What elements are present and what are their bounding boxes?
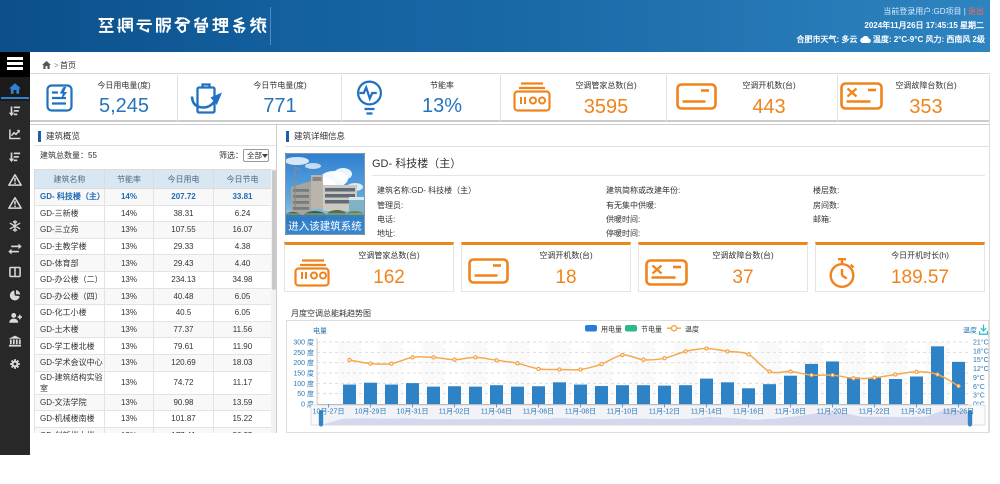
svg-text:11月-04日: 11月-04日 — [481, 408, 512, 416]
svg-text:温度: 温度 — [685, 325, 699, 334]
svg-text:11月-06日: 11月-06日 — [523, 408, 554, 416]
svg-text:200 度: 200 度 — [293, 358, 314, 367]
svg-text:11月-10日: 11月-10日 — [607, 408, 638, 416]
svg-text:电量: 电量 — [313, 326, 327, 335]
svg-text:11月-14日: 11月-14日 — [691, 408, 722, 416]
svg-text:18°C: 18°C — [973, 347, 989, 355]
svg-text:150 度: 150 度 — [293, 369, 314, 378]
svg-text:9°C: 9°C — [973, 374, 985, 382]
svg-text:50 度: 50 度 — [297, 389, 314, 398]
svg-text:月度空调总能耗趋势图: 月度空调总能耗趋势图 — [291, 308, 371, 318]
svg-text:11月-20日: 11月-20日 — [817, 408, 848, 416]
svg-text:11月-26日: 11月-26日 — [943, 408, 974, 416]
svg-text:11月-08日: 11月-08日 — [565, 408, 596, 416]
svg-text:10月-31日: 10月-31日 — [397, 408, 429, 416]
svg-text:100 度: 100 度 — [293, 379, 314, 388]
svg-text:11月-18日: 11月-18日 — [775, 408, 806, 416]
svg-text:12°C: 12°C — [973, 365, 989, 373]
svg-text:11月-22日: 11月-22日 — [859, 408, 890, 416]
svg-text:11月-16日: 11月-16日 — [733, 408, 764, 416]
svg-text:10月-29日: 10月-29日 — [355, 408, 387, 416]
svg-text:11月-12日: 11月-12日 — [649, 408, 680, 416]
svg-text:3°C: 3°C — [973, 392, 985, 400]
svg-text:进入该建筑系统: 进入该建筑系统 — [288, 220, 362, 233]
svg-text:15°C: 15°C — [973, 356, 989, 364]
svg-text:11月-02日: 11月-02日 — [439, 408, 470, 416]
svg-text:250 度: 250 度 — [293, 348, 314, 357]
svg-text:用电量: 用电量 — [601, 325, 622, 334]
svg-text:11月-24日: 11月-24日 — [901, 408, 932, 416]
svg-text:6°C: 6°C — [973, 383, 985, 391]
svg-text:21°C: 21°C — [973, 339, 989, 347]
svg-text:300 度: 300 度 — [293, 338, 314, 347]
svg-text:温度: 温度 — [963, 326, 977, 335]
svg-text:10月-27日: 10月-27日 — [313, 408, 345, 416]
svg-text:节电量: 节电量 — [641, 325, 662, 334]
